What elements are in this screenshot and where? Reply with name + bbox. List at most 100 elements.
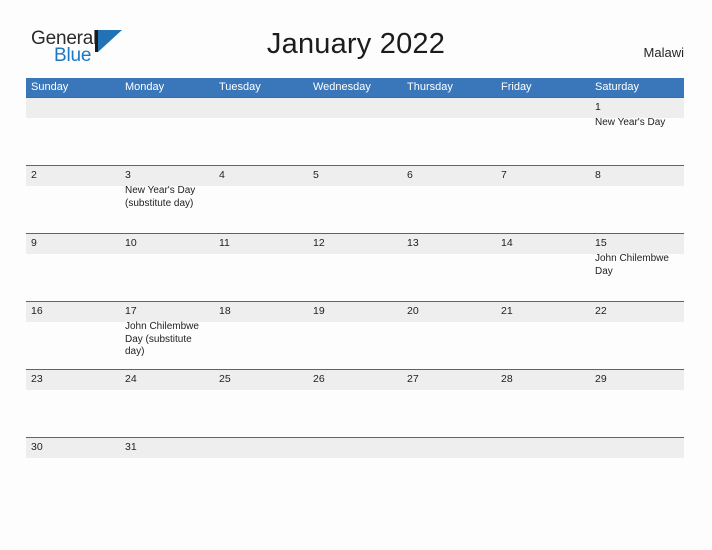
calendar-day-cell[interactable]: 27: [402, 370, 496, 437]
day-number: [31, 100, 120, 117]
calendar-day-cell[interactable]: 21: [496, 302, 590, 369]
calendar-day-cell[interactable]: 24: [120, 370, 214, 437]
page-header: General Blue January 2022 Malawi: [0, 0, 712, 76]
day-number: 11: [219, 237, 230, 249]
day-number: 20: [407, 305, 419, 317]
day-number: 25: [219, 373, 231, 385]
calendar-day-cell[interactable]: 20: [402, 302, 496, 369]
weekday-header-monday: Monday: [125, 81, 165, 93]
calendar-day-cell[interactable]: 28: [496, 370, 590, 437]
calendar-grid: Sunday Monday Tuesday Wednesday Thursday…: [26, 78, 684, 462]
day-number: [313, 440, 402, 457]
calendar-day-cell[interactable]: 22: [590, 302, 684, 369]
day-number: [595, 440, 684, 457]
calendar-week-row: 2 3 New Year's Day (substitute day) 4 5 6…: [26, 165, 684, 233]
calendar-day-cell[interactable]: 18: [214, 302, 308, 369]
country-label: Malawi: [643, 45, 684, 60]
day-number: 8: [595, 169, 601, 181]
calendar-day-cell[interactable]: 23: [26, 370, 120, 437]
day-number: [407, 440, 496, 457]
calendar-week-row: 23 24 25 26 27 28 29: [26, 369, 684, 437]
day-number: 5: [313, 169, 319, 181]
weekday-header-friday: Friday: [501, 81, 532, 93]
calendar-day-cell[interactable]: [402, 438, 496, 462]
day-number: [407, 100, 496, 117]
calendar-day-cell[interactable]: 13: [402, 234, 496, 301]
calendar-day-cell[interactable]: [308, 438, 402, 462]
calendar-day-cell[interactable]: 29: [590, 370, 684, 437]
day-number: 1: [595, 101, 601, 113]
calendar-week-row: 30 31: [26, 437, 684, 462]
calendar-day-cell[interactable]: 16: [26, 302, 120, 369]
calendar-day-cell[interactable]: [308, 98, 402, 165]
day-number: [219, 440, 308, 457]
day-number: 15: [595, 237, 607, 249]
calendar-day-cell[interactable]: 5: [308, 166, 402, 233]
day-number: 26: [313, 373, 325, 385]
calendar-day-cell[interactable]: 10: [120, 234, 214, 301]
weekday-header-wednesday: Wednesday: [313, 81, 371, 93]
weekday-header-sunday: Sunday: [31, 81, 69, 93]
day-number: 22: [595, 305, 607, 317]
calendar-day-cell[interactable]: 12: [308, 234, 402, 301]
day-number: 27: [407, 373, 419, 385]
calendar-day-cell[interactable]: [496, 438, 590, 462]
day-number: 14: [501, 237, 513, 249]
weekday-header-tuesday: Tuesday: [219, 81, 261, 93]
calendar-page: General Blue January 2022 Malawi Sunday …: [0, 0, 712, 550]
day-number: 13: [407, 237, 419, 249]
day-event: John Chilembwe Day: [595, 253, 669, 277]
day-number: 6: [407, 169, 413, 181]
calendar-day-cell[interactable]: [214, 98, 308, 165]
day-number: 12: [313, 237, 325, 249]
calendar-day-cell[interactable]: [120, 98, 214, 165]
calendar-day-cell[interactable]: [26, 98, 120, 165]
day-event: John Chilembwe Day (substitute day): [125, 321, 199, 357]
day-number: 30: [31, 441, 43, 453]
calendar-day-cell[interactable]: [496, 98, 590, 165]
calendar-day-cell[interactable]: 25: [214, 370, 308, 437]
day-number: [501, 440, 590, 457]
calendar-day-cell[interactable]: 17 John Chilembwe Day (substitute day): [120, 302, 214, 369]
day-number: [219, 100, 308, 117]
day-number: 3: [125, 169, 131, 181]
calendar-day-cell[interactable]: [214, 438, 308, 462]
weekday-header-saturday: Saturday: [595, 81, 640, 93]
calendar-day-cell[interactable]: [590, 438, 684, 462]
calendar-day-cell[interactable]: 6: [402, 166, 496, 233]
calendar-day-cell[interactable]: 2: [26, 166, 120, 233]
calendar-week-row: 9 10 11 12 13 14 15 John Chilembwe Day: [26, 233, 684, 301]
day-number: 24: [125, 373, 137, 385]
day-event: New Year's Day: [595, 117, 666, 128]
calendar-day-cell[interactable]: 31: [120, 438, 214, 462]
day-number: 29: [595, 373, 607, 385]
day-number: [501, 100, 590, 117]
day-number: 16: [31, 305, 43, 317]
day-number: 9: [31, 237, 37, 249]
day-event: New Year's Day (substitute day): [125, 185, 196, 209]
calendar-day-cell[interactable]: [402, 98, 496, 165]
calendar-day-cell[interactable]: 1 New Year's Day: [590, 98, 684, 165]
day-number: 28: [501, 373, 513, 385]
day-number: 18: [219, 305, 231, 317]
calendar-day-cell[interactable]: 19: [308, 302, 402, 369]
calendar-day-cell[interactable]: 7: [496, 166, 590, 233]
day-number: 19: [313, 305, 325, 317]
calendar-day-cell[interactable]: 9: [26, 234, 120, 301]
calendar-week-row: 1 New Year's Day: [26, 97, 684, 165]
day-number: [125, 100, 214, 117]
day-number: [313, 100, 402, 117]
calendar-day-cell[interactable]: 26: [308, 370, 402, 437]
calendar-day-cell[interactable]: 3 New Year's Day (substitute day): [120, 166, 214, 233]
day-number: 17: [125, 305, 137, 317]
calendar-day-cell[interactable]: 14: [496, 234, 590, 301]
day-number: 21: [501, 305, 513, 317]
calendar-week-row: 16 17 John Chilembwe Day (substitute day)…: [26, 301, 684, 369]
calendar-day-cell[interactable]: 30: [26, 438, 120, 462]
calendar-day-cell[interactable]: 4: [214, 166, 308, 233]
calendar-day-cell[interactable]: 11: [214, 234, 308, 301]
calendar-day-cell[interactable]: 15 John Chilembwe Day: [590, 234, 684, 301]
weekday-header-thursday: Thursday: [407, 81, 453, 93]
day-number: 10: [125, 237, 137, 249]
calendar-day-cell[interactable]: 8: [590, 166, 684, 233]
